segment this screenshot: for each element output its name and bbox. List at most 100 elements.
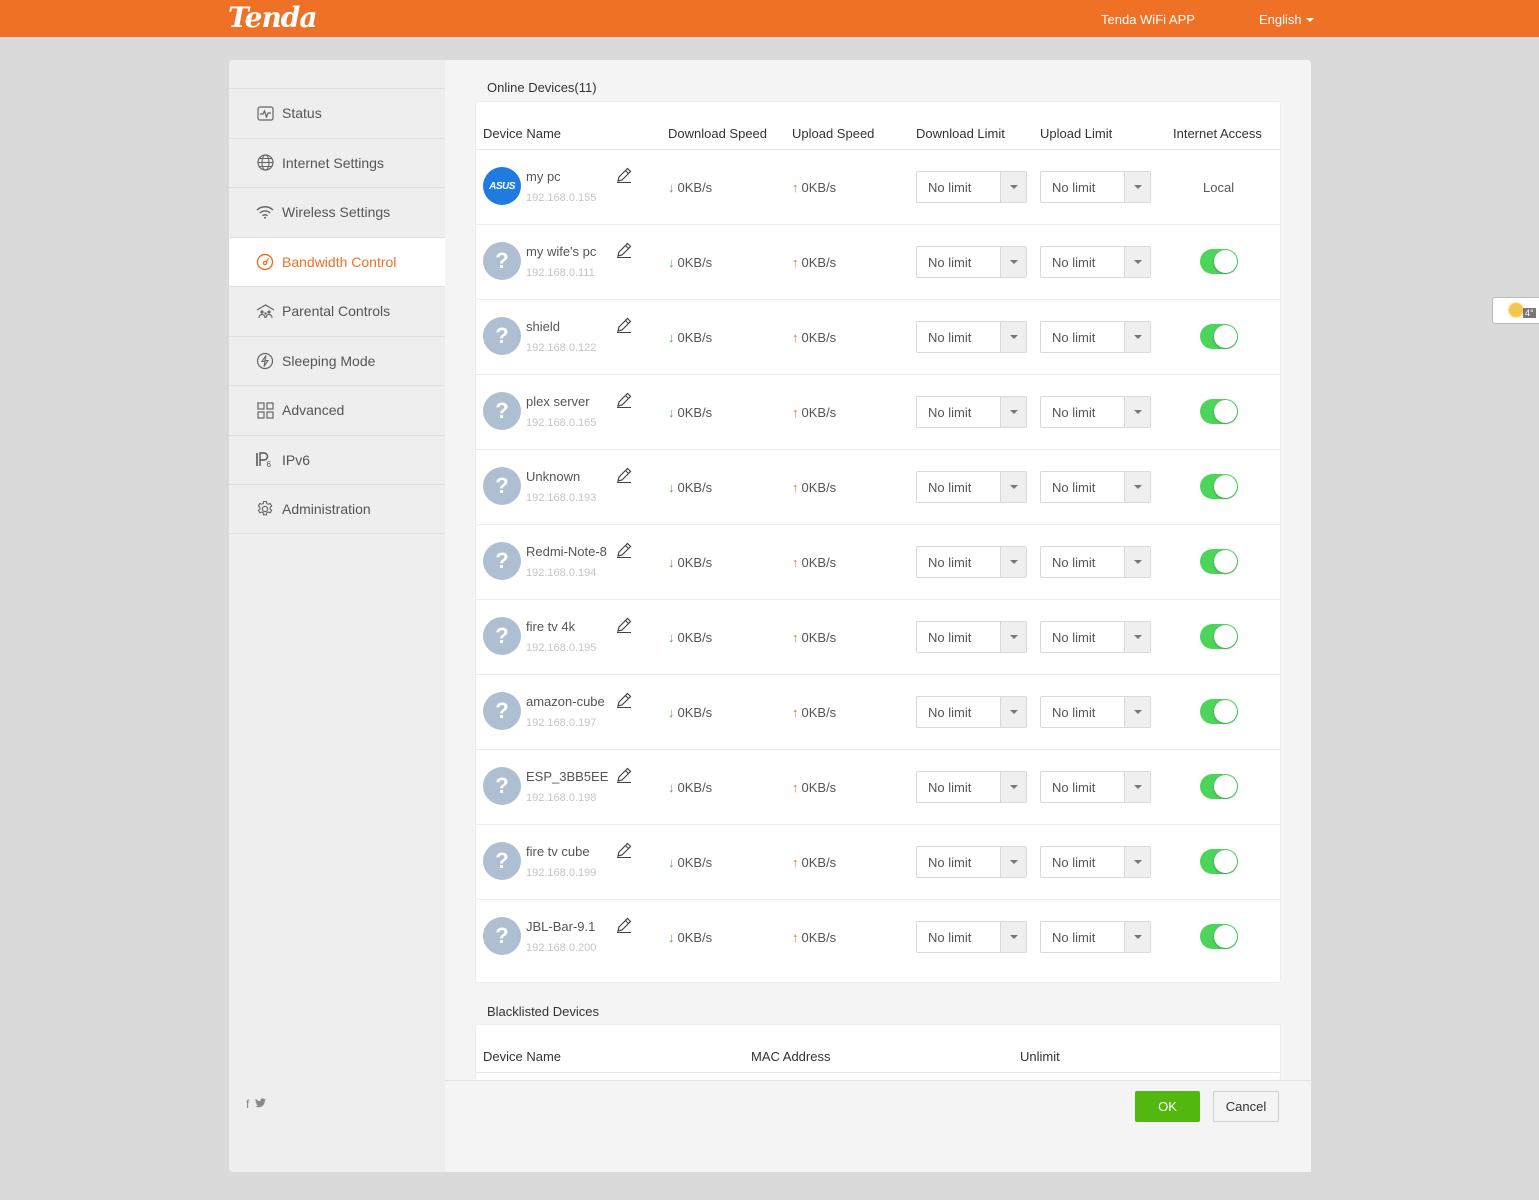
dropdown-arrow-icon[interactable] [1124,697,1150,727]
upload-limit-select[interactable]: No limit [1040,921,1151,953]
internet-access-toggle[interactable] [1200,249,1238,274]
download-limit-select[interactable]: No limit [916,546,1027,578]
sidebar-item-status[interactable]: Status [229,88,445,138]
sidebar-item-ipv6[interactable]: 6 IPv6 [229,434,445,485]
dropdown-arrow-icon[interactable] [1000,247,1026,277]
social-links: f [246,1097,267,1111]
dropdown-arrow-icon[interactable] [1124,397,1150,427]
download-limit-select[interactable]: No limit [916,771,1027,803]
download-limit-select[interactable]: No limit [916,171,1027,203]
upload-speed: ↑ 0KB/s [792,480,836,495]
edit-icon[interactable] [615,766,633,784]
upload-limit-select[interactable]: No limit [1040,771,1151,803]
tenda-logo[interactable]: Tenda [228,1,318,34]
download-speed: ↓ 0KB/s [668,405,712,420]
internet-access-toggle[interactable] [1200,774,1238,799]
download-limit-select[interactable]: No limit [916,921,1027,953]
upload-limit-select[interactable]: No limit [1040,696,1151,728]
sidebar-item-wireless-settings[interactable]: Wireless Settings [229,187,445,237]
internet-access-toggle[interactable] [1200,624,1238,649]
dropdown-arrow-icon[interactable] [1124,322,1150,352]
gear-icon [255,499,275,519]
internet-access-toggle[interactable] [1200,399,1238,424]
edit-icon[interactable] [615,841,633,859]
edit-icon[interactable] [615,316,633,334]
internet-access-toggle[interactable] [1200,699,1238,724]
dropdown-arrow-icon[interactable] [1000,772,1026,802]
dropdown-arrow-icon[interactable] [1000,472,1026,502]
internet-access-toggle[interactable] [1200,474,1238,499]
dropdown-arrow-icon[interactable] [1124,622,1150,652]
dropdown-arrow-icon[interactable] [1124,547,1150,577]
edit-icon[interactable] [615,391,633,409]
dropdown-arrow-icon[interactable] [1124,922,1150,952]
dropdown-arrow-icon[interactable] [1124,472,1150,502]
sidebar-item-label: Administration [282,500,371,517]
language-selector[interactable]: English [1259,12,1314,27]
download-limit-select[interactable]: No limit [916,471,1027,503]
upload-limit-select[interactable]: No limit [1040,246,1151,278]
upload-limit-value: No limit [1052,554,1096,570]
download-limit-select[interactable]: No limit [916,621,1027,653]
sidebar-item-administration[interactable]: Administration [229,484,445,534]
download-limit-select[interactable]: No limit [916,846,1027,878]
sidebar-item-advanced[interactable]: Advanced [229,385,445,435]
ok-button[interactable]: OK [1135,1091,1200,1122]
device-row: ASUS my pc 192.168.0.155 ↓ 0KB/s ↑ 0KB/s No lim… [476,150,1280,225]
unknown-device-icon: ? [483,917,521,955]
download-speed-value: 0KB/s [677,630,713,645]
dropdown-arrow-icon[interactable] [1000,847,1026,877]
internet-access-toggle[interactable] [1200,924,1238,949]
dropdown-arrow-icon[interactable] [1000,622,1026,652]
dropdown-arrow-icon[interactable] [1124,172,1150,202]
upload-limit-select[interactable]: No limit [1040,396,1151,428]
edit-icon[interactable] [615,241,633,259]
twitter-icon[interactable] [255,1097,267,1111]
upload-limit-select[interactable]: No limit [1040,621,1151,653]
cancel-button[interactable]: Cancel [1213,1091,1279,1122]
toggle-knob [1214,850,1237,873]
arrow-down-icon: ↓ [668,630,675,645]
grid-icon [255,400,275,420]
dropdown-arrow-icon[interactable] [1000,172,1026,202]
download-limit-select[interactable]: No limit [916,246,1027,278]
internet-access-toggle[interactable] [1200,849,1238,874]
dropdown-arrow-icon[interactable] [1000,547,1026,577]
internet-access-toggle[interactable] [1200,324,1238,349]
internet-access-toggle[interactable] [1200,549,1238,574]
toggle-knob [1214,550,1237,573]
dropdown-arrow-icon[interactable] [1124,847,1150,877]
upload-limit-select[interactable]: No limit [1040,846,1151,878]
facebook-icon[interactable]: f [246,1097,249,1111]
dropdown-arrow-icon[interactable] [1124,772,1150,802]
edit-icon[interactable] [615,166,633,184]
wifi-app-link[interactable]: Tenda WiFi APP [1101,12,1195,27]
edit-icon[interactable] [615,541,633,559]
edit-icon[interactable] [615,916,633,934]
dropdown-arrow-icon[interactable] [1000,922,1026,952]
sidebar-item-parental-controls[interactable]: Parental Controls [229,286,445,336]
upload-limit-select[interactable]: No limit [1040,546,1151,578]
sidebar-item-bandwidth-control[interactable]: Bandwidth Control [229,236,445,286]
download-limit-select[interactable]: No limit [916,321,1027,353]
dropdown-arrow-icon[interactable] [1000,697,1026,727]
edit-icon[interactable] [615,466,633,484]
upload-limit-select[interactable]: No limit [1040,171,1151,203]
download-limit-select[interactable]: No limit [916,396,1027,428]
upload-limit-select[interactable]: No limit [1040,471,1151,503]
lightning-icon [255,351,275,371]
dropdown-arrow-icon[interactable] [1000,322,1026,352]
edit-icon[interactable] [615,691,633,709]
dropdown-arrow-icon[interactable] [1124,247,1150,277]
download-limit-select[interactable]: No limit [916,696,1027,728]
device-ip: 192.168.0.198 [526,792,597,804]
sidebar: Status Internet Settings Wireless Settings… [229,60,445,1172]
device-name: Unknown [526,469,581,484]
sidebar-item-internet-settings[interactable]: Internet Settings [229,137,445,188]
gauge-icon [255,252,275,272]
edit-icon[interactable] [615,616,633,634]
upload-limit-select[interactable]: No limit [1040,321,1151,353]
sidebar-item-sleeping-mode[interactable]: Sleeping Mode [229,335,445,386]
weather-widget[interactable]: 4° [1492,297,1539,324]
dropdown-arrow-icon[interactable] [1000,397,1026,427]
